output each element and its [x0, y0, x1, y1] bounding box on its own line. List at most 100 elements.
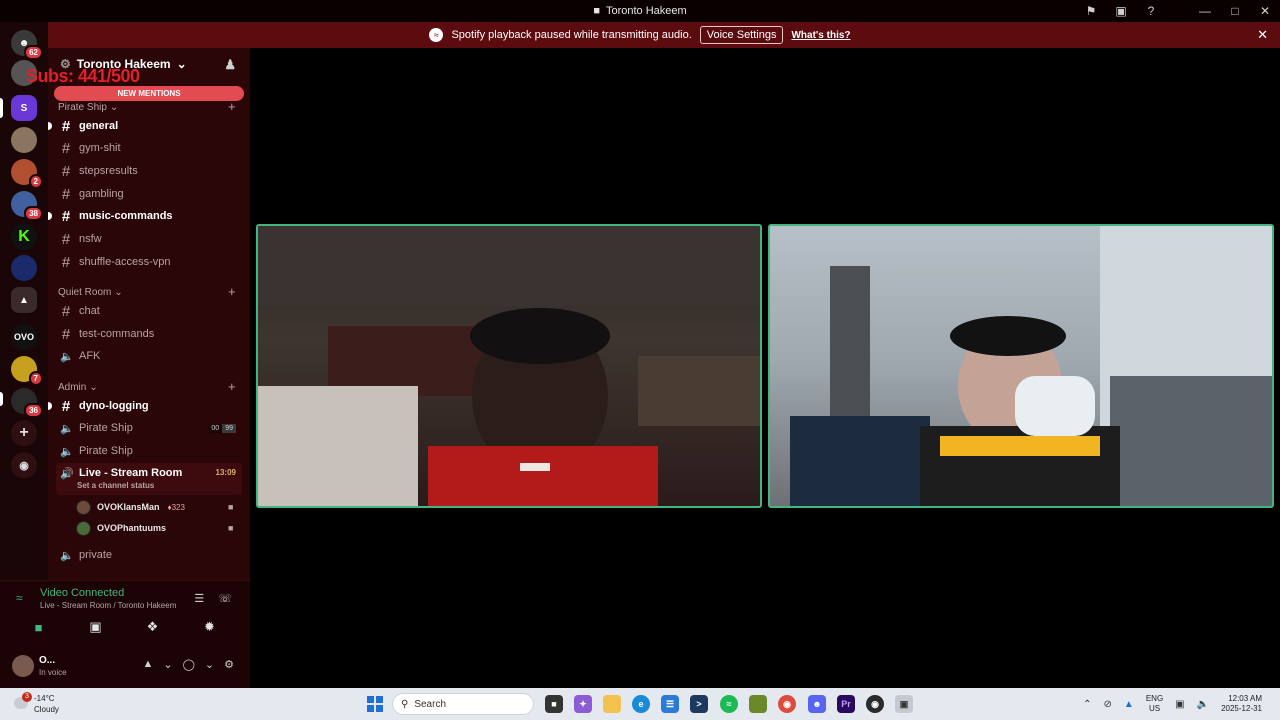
disconnect-icon[interactable]: ☏ [218, 592, 232, 605]
camera-icon: ■ [228, 502, 234, 512]
close-window-button[interactable]: ✕ [1250, 0, 1280, 22]
chevron-down-icon: ⌄ [176, 57, 187, 71]
server-active-icon[interactable]: S [11, 95, 37, 121]
file-explorer-icon[interactable] [603, 695, 621, 713]
avatar [76, 520, 91, 536]
clock[interactable]: 12:03 AM 2025-12-31 [1221, 694, 1262, 714]
add-server-icon[interactable]: + [11, 420, 37, 446]
flag-icon[interactable]: ⚑ [1076, 0, 1106, 22]
app-icon[interactable] [749, 695, 767, 713]
network-off-icon[interactable]: ⊘ [1104, 699, 1112, 710]
server-avatar-6[interactable]: 7 [11, 356, 43, 386]
display-icon[interactable]: ▣ [1175, 699, 1184, 710]
hash-icon: # [61, 253, 71, 271]
channel-music[interactable]: # music-commands [56, 205, 242, 227]
voice-user-1[interactable]: OVOKlansMan ♦323 ■ [76, 497, 233, 517]
new-mentions-banner[interactable]: NEW MENTIONS [54, 86, 244, 101]
language-indicator[interactable]: ENG US [1146, 694, 1163, 714]
category-pirate-ship[interactable]: Pirate Ship ⌄ [58, 102, 118, 113]
add-channel-icon[interactable]: + [228, 379, 236, 394]
app-icon[interactable]: ▣ [895, 695, 913, 713]
video-tile-2[interactable] [768, 224, 1274, 508]
channel-general[interactable]: # general [56, 115, 242, 137]
chevron-down-icon: ⌄ [114, 287, 123, 298]
voice-user-2[interactable]: OVOPhantuums ■ [76, 518, 233, 538]
whats-this-link[interactable]: What's this? [791, 30, 850, 41]
soundboard-button[interactable]: ✹ [181, 617, 238, 637]
discord-icon[interactable]: ☻ [808, 695, 826, 713]
channel-pirate-ship-voice-1[interactable]: 🔈 Pirate Ship 00 99 [56, 417, 242, 439]
server-avatar-7[interactable]: 36 [11, 388, 43, 418]
category-admin[interactable]: Admin ⌄ [58, 382, 98, 393]
server-avatar-5[interactable] [11, 255, 37, 281]
voice-panel: ≈ Video Connected Live - Stream Room / T… [0, 580, 250, 688]
chevron-up-icon[interactable]: ⌃ [1083, 699, 1091, 710]
channel-test[interactable]: # test-commands [56, 323, 242, 345]
volume-icon[interactable]: 🔈 [1197, 699, 1209, 710]
microphone-icon[interactable]: ▲ [1124, 699, 1134, 710]
chevron-down-icon[interactable]: ⌄ [163, 658, 172, 671]
folder-icon[interactable]: ▲ [11, 287, 37, 313]
add-channel-icon[interactable]: + [228, 284, 236, 299]
channel-gym[interactable]: # gym-shit [56, 137, 242, 159]
user-status: In voice [39, 668, 67, 677]
premiere-icon[interactable]: Pr [837, 695, 855, 713]
copilot-icon[interactable]: ✦ [574, 695, 592, 713]
obs-icon[interactable]: ◉ [866, 695, 884, 713]
chevron-down-icon[interactable]: ⌄ [205, 658, 214, 671]
user-limit-badge: 00 99 [208, 423, 236, 433]
signal-icon[interactable]: ≈ [16, 591, 23, 605]
channel-chat[interactable]: # chat [56, 300, 242, 322]
close-notice-icon[interactable]: ✕ [1257, 27, 1268, 43]
discover-icon[interactable]: ◉ [11, 452, 37, 478]
discord-home-icon[interactable]: ☻ 62 [11, 30, 43, 60]
channel-pirate-ship-voice-2[interactable]: 🔈 Pirate Ship [56, 440, 242, 462]
spotify-icon[interactable]: ≈ [720, 695, 738, 713]
noise-suppression-icon[interactable]: ☰ [194, 592, 204, 605]
voice-status-title[interactable]: Video Connected [40, 587, 124, 599]
inbox-icon[interactable]: ▣ [1106, 0, 1136, 22]
channel-dyno[interactable]: # dyno-logging [56, 395, 242, 417]
server-avatar-2[interactable] [11, 127, 37, 153]
video-tile-1[interactable] [256, 224, 762, 508]
weather-widget[interactable]: 3 -14°C Cloudy [10, 692, 80, 716]
screen-share-button[interactable]: ▣ [67, 617, 124, 637]
task-view-icon[interactable]: ■ [545, 695, 563, 713]
start-button[interactable] [367, 696, 383, 712]
channel-status[interactable]: Set a channel status [77, 481, 154, 490]
channel-shuffle[interactable]: # shuffle-access-vpn [56, 251, 242, 273]
minimize-button[interactable]: — [1190, 0, 1220, 22]
channel-steps[interactable]: # stepsresults [56, 160, 242, 182]
chrome-icon[interactable]: ◉ [778, 695, 796, 713]
maximize-button[interactable]: □ [1220, 0, 1250, 22]
notice-bar: ≈ Spotify playback paused while transmit… [0, 22, 1280, 48]
invite-icon[interactable]: ♟ [224, 57, 236, 73]
ovo-server-icon[interactable]: OVO [11, 324, 37, 350]
help-icon[interactable]: ? [1136, 0, 1166, 22]
channel-live-stream-room[interactable]: 🔊 Live - Stream Room 13:09 Set a channel… [56, 463, 242, 495]
kick-server-icon[interactable]: K [11, 224, 37, 250]
activities-button[interactable]: ❖ [124, 617, 181, 637]
taskbar-search[interactable]: ⚲ Search [392, 693, 534, 715]
add-channel-icon[interactable]: + [228, 99, 236, 114]
notepad-icon[interactable]: ☰ [661, 695, 679, 713]
channel-afk[interactable]: 🔈 AFK [56, 345, 242, 367]
avatar[interactable] [12, 655, 34, 677]
channel-gambling[interactable]: # gambling [56, 183, 242, 205]
channel-nsfw[interactable]: # nsfw [56, 228, 242, 250]
server-avatar-4[interactable]: 38 [11, 191, 43, 221]
terminal-icon[interactable]: > [690, 695, 708, 713]
server-avatar-3[interactable]: 2 [11, 159, 43, 189]
gear-icon[interactable]: ⚙ [224, 658, 234, 671]
headphones-icon[interactable]: ◯ [183, 658, 195, 671]
search-icon: ⚲ [401, 698, 409, 710]
category-quiet-room[interactable]: Quiet Room ⌄ [58, 287, 123, 298]
channel-private[interactable]: 🔈 private [56, 544, 242, 566]
camera-button[interactable]: ■ [10, 617, 67, 637]
hash-icon: # [61, 302, 71, 320]
voice-settings-button[interactable]: Voice Settings [699, 26, 784, 44]
edge-icon[interactable]: e [632, 695, 650, 713]
video-feed-2 [790, 226, 1272, 506]
microphone-icon[interactable]: ▲ [142, 658, 153, 671]
channel-timer: 13:09 [215, 468, 236, 477]
